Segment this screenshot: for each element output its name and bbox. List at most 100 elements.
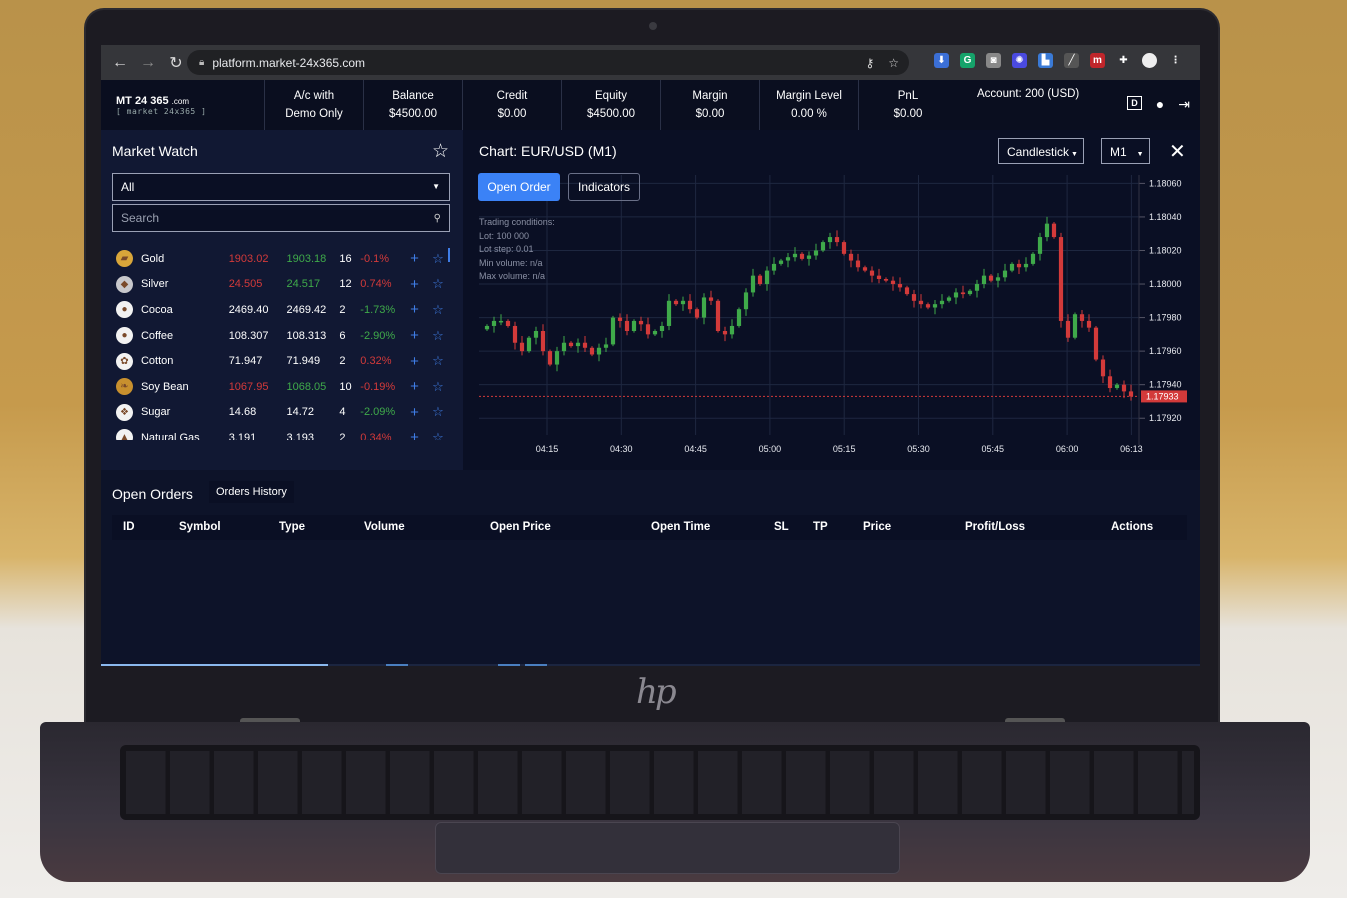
close-chart-icon[interactable]: ✕ [1169,139,1186,164]
favorite-star-icon[interactable]: ☆ [432,353,452,369]
x-tick-label: 04:45 [684,444,707,454]
candle-body [1009,263,1015,271]
candle-body [918,300,924,305]
stat-margin-level: Margin Level 0.00 % [759,80,858,130]
candle-body [827,237,833,243]
account-header: MT 24 365 .com [ market 24x365 ] A/c wit… [101,80,1200,130]
category-select[interactable]: All ▼ [112,173,450,201]
candle-body [1002,270,1008,278]
demo-badge-icon[interactable]: D [1127,96,1142,110]
instrument-row[interactable]: ✿ Cotton 71.947 71.949 2 0.32% + ☆ [112,348,452,374]
column-header-volume[interactable]: Volume [364,521,405,533]
grammarly-ext-icon[interactable]: G [960,53,975,68]
candle-body [911,294,917,301]
tab-open-orders[interactable]: Open Orders [112,486,193,502]
spread: 2 [339,355,346,368]
change-percent: -2.09% [360,406,396,419]
column-header-price[interactable]: Price [863,521,891,533]
column-header-sl[interactable]: SL [774,521,789,533]
candle-body [1072,314,1078,338]
stat-label: Balance [392,90,434,102]
column-header-open-time[interactable]: Open Time [651,521,710,533]
logout-icon[interactable]: ⇥ [1178,96,1190,113]
key-icon[interactable]: ⚷ [865,56,874,70]
brand-logo[interactable]: MT 24 365 .com [ market 24x365 ] [101,95,264,116]
instrument-row[interactable]: ▰ Gold 1903.02 1903.18 16 -0.1% + ☆ [112,246,452,272]
instrument-row[interactable]: ❖ Sugar 14.68 14.72 4 -2.09% + ☆ [112,400,452,426]
column-header-id[interactable]: ID [123,521,135,533]
instrument-row[interactable]: ▲ Natural Gas 3.191 3.193 2 0.34% + ☆ [112,425,452,440]
instrument-row[interactable]: ● Coffee 108.307 108.313 6 -2.90% + ☆ [112,323,452,349]
candle-body [1058,237,1064,321]
extensions-bar: ⬇ G ◙ ✺ ▙ ╱ m ✚ ● ⋮ [934,53,1183,68]
tab-orders-history[interactable]: Orders History [209,481,294,503]
add-order-icon[interactable]: + [410,353,432,370]
column-header-open-price[interactable]: Open Price [490,521,551,533]
column-header-symbol[interactable]: Symbol [179,521,221,533]
candle-body [568,342,574,347]
instrument-row[interactable]: ❧ Soy Bean 1067.95 1068.05 10 -0.19% + ☆ [112,374,452,400]
candle-body [652,331,658,335]
m-ext-icon[interactable]: m [1090,53,1105,68]
column-header-tp[interactable]: TP [813,521,828,533]
add-order-icon[interactable]: + [410,276,432,293]
add-order-icon[interactable]: + [410,301,432,318]
bid-price: 1903.02 [228,252,269,265]
column-header-profit-loss[interactable]: Profit/Loss [965,521,1025,533]
candle-body [687,300,693,310]
puzzle-ext-icon[interactable]: ✚ [1116,53,1131,68]
add-order-icon[interactable]: + [410,250,432,267]
bid-price: 71.947 [228,355,263,368]
address-bar[interactable]: 🔒︎ platform.market-24x365.com ⚷ ☆ [187,50,909,75]
candle-body [582,342,588,348]
add-order-icon[interactable]: + [410,404,432,421]
chart-type-select[interactable]: Candlestick ▼ [998,138,1084,164]
favorite-star-icon[interactable]: ☆ [432,302,452,318]
instrument-row[interactable]: ◆ Silver 24.505 24.517 12 0.74% + ☆ [112,272,452,298]
spread: 4 [339,406,346,419]
favorite-star-icon[interactable]: ☆ [432,404,452,420]
candle-body [939,300,945,305]
add-order-icon[interactable]: + [410,327,432,344]
candle-body [820,242,826,251]
pen-ext-icon[interactable]: ╱ [1064,53,1079,68]
back-icon[interactable]: ← [107,54,133,72]
forward-icon[interactable]: → [135,54,161,72]
timeframe-select[interactable]: M1 ▼ [1101,138,1150,164]
bookmark-star-icon[interactable]: ☆ [888,56,899,70]
download-ext-icon[interactable]: ⬇ [934,53,949,68]
add-order-icon[interactable]: + [410,429,432,440]
url-text: platform.market-24x365.com [212,55,366,70]
instrument-name: Coffee [140,329,174,342]
favorite-star-icon[interactable]: ☆ [432,276,452,292]
chevron-down-icon: ▼ [1071,151,1078,158]
favorites-star-icon[interactable]: ☆ [432,140,449,163]
list-scrollbar[interactable] [448,248,450,262]
instrument-row[interactable]: ● Cocoa 2469.40 2469.42 2 -1.73% + ☆ [112,297,452,323]
menu-dots-icon[interactable]: ⋮ [1168,53,1183,68]
stat-balance: Balance $4500.00 [363,80,462,130]
candlestick-chart[interactable]: 1.18060 1.18040 1.18020 1.18000 1.17980 1.179… [467,170,1200,470]
camera-ext-icon[interactable]: ◙ [986,53,1001,68]
search-input[interactable]: Search ⚲ [112,204,450,232]
favorite-star-icon[interactable]: ☆ [432,379,452,395]
stack-ext-icon[interactable]: ▙ [1038,53,1053,68]
candle-body [575,342,581,347]
open-order-button[interactable]: Open Order [478,173,560,201]
natural-gas-icon: ▲ [116,429,133,440]
add-order-icon[interactable]: + [410,378,432,395]
profile-ext-icon[interactable]: ● [1142,53,1157,68]
user-profile-icon[interactable]: ● [1156,96,1164,113]
candle-body [1128,391,1134,397]
gold-bar-icon: ▰ [116,250,133,268]
column-header-type[interactable]: Type [279,521,305,533]
candle-body [743,292,749,310]
indicators-button[interactable]: Indicators [568,173,640,201]
asterisk-ext-icon[interactable]: ✺ [1012,53,1027,68]
reload-icon[interactable]: ↻ [163,53,189,73]
spread: 2 [339,431,346,440]
column-header-actions[interactable]: Actions [1111,521,1153,533]
favorite-star-icon[interactable]: ☆ [432,328,452,344]
stat-label: Credit [496,90,528,102]
favorite-star-icon[interactable]: ☆ [432,430,452,440]
